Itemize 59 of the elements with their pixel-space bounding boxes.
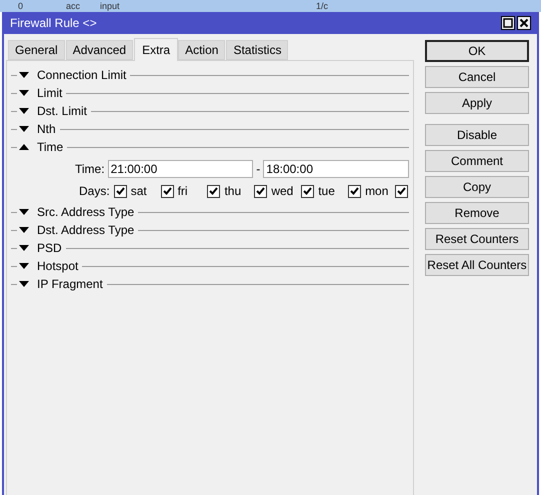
checkbox[interactable] [160,184,174,198]
expand-triangle-icon[interactable] [19,263,29,269]
table-cell-text: input [99,0,121,12]
section-header[interactable]: Dst. Address Type [37,221,134,239]
checkbox[interactable] [394,184,408,198]
table-cell-text: acc [65,0,82,12]
dialog-button[interactable]: Cancel [425,66,529,88]
section-header[interactable]: Connection Limit [37,66,126,84]
dialog-button[interactable]: Disable [425,124,529,146]
separator-text: - [256,160,260,178]
tab[interactable]: Statistics [226,40,288,60]
expand-triangle-icon[interactable] [19,245,29,251]
expand-triangle-icon[interactable] [19,281,29,287]
section-header[interactable]: Src. Address Type [37,203,134,221]
checkbox-label[interactable]: wed [271,182,296,200]
checkbox[interactable] [254,184,268,198]
checkbox-label[interactable]: sat [130,182,155,200]
field-label: Time: [75,160,105,178]
dialog-button[interactable]: Remove [425,202,529,224]
dialog-button[interactable]: Reset Counters [425,228,529,250]
checkbox[interactable] [301,184,314,198]
expand-triangle-icon[interactable] [19,126,29,132]
checkbox-label[interactable]: tue [318,182,342,200]
maximize-icon[interactable] [501,16,515,30]
section-header[interactable]: Time [37,138,64,156]
tab[interactable]: Extra [134,38,178,61]
expand-triangle-icon[interactable] [19,90,29,96]
expand-triangle-icon[interactable] [19,227,29,233]
checkbox[interactable] [348,184,362,198]
dialog-button[interactable]: Apply [425,92,529,114]
tab[interactable]: Action [178,40,226,60]
checkbox-label[interactable]: thu [224,182,248,200]
dialog-button[interactable]: Comment [425,150,529,172]
table-cell-text: 1/c [316,0,330,12]
expand-triangle-icon[interactable] [19,72,29,78]
expand-triangle-icon[interactable] [19,209,29,215]
dialog-button[interactable]: Copy [425,176,529,198]
input-field[interactable]: 18:00:00 [263,160,409,178]
section-header[interactable]: Nth [37,120,56,138]
section-header[interactable]: PSD [37,239,62,257]
input-field[interactable]: 21:00:00 [108,160,254,178]
window-title: Firewall Rule <> [10,15,97,32]
section-header[interactable]: Limit [37,84,62,102]
checkbox[interactable] [207,184,220,198]
close-icon[interactable] [517,16,531,30]
section-header[interactable]: Hotspot [37,257,78,275]
checkbox-label[interactable]: mon [365,182,390,200]
section-header[interactable]: IP Fragment [37,275,103,293]
dialog-button[interactable]: OK [425,40,529,62]
checkbox-label[interactable]: fri [178,182,202,200]
expand-triangle-icon[interactable] [19,108,29,114]
checkbox[interactable] [114,184,127,198]
collapse-triangle-icon[interactable] [19,144,29,150]
tab[interactable]: Advanced [66,40,134,60]
field-label: Days: [79,183,110,200]
table-cell-text: 0 [17,0,24,12]
section-header[interactable]: Dst. Limit [37,102,88,120]
tab[interactable]: General [8,40,65,60]
dialog-button[interactable]: Reset All Counters [425,254,529,276]
